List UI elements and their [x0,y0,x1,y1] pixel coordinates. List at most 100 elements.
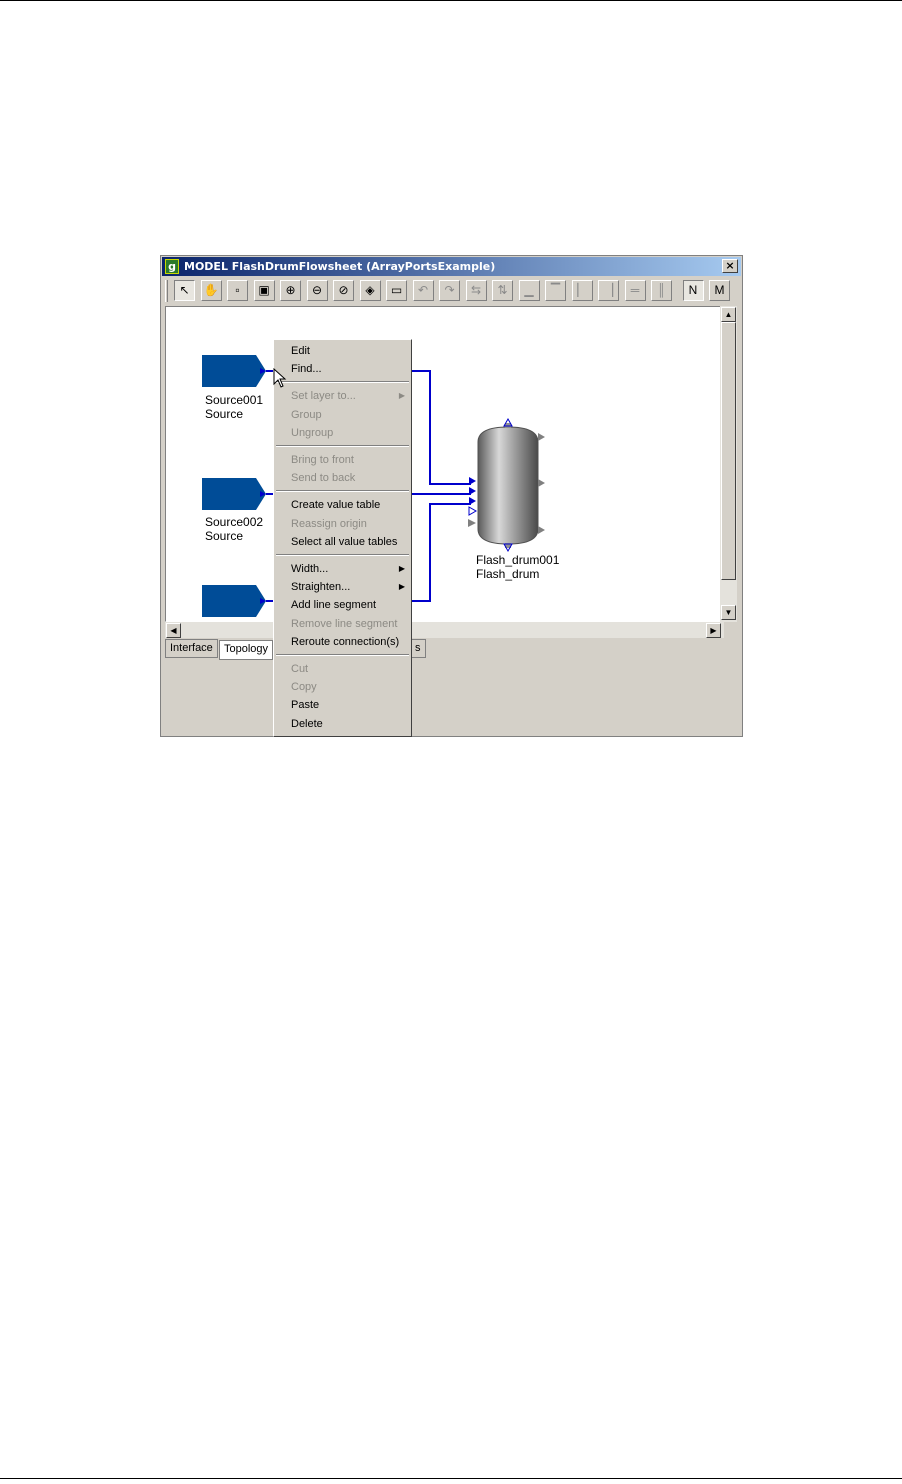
hand-pan-button[interactable]: ✋ [200,280,222,301]
align-center-icon: ═ [630,283,640,297]
menu-item-label: Send to back [291,472,356,485]
menu-item-label: Straighten... [291,581,351,594]
window-button[interactable]: ▭ [386,280,407,301]
tab-hidden[interactable]: s [410,639,426,658]
align-left-icon: ▏ [577,283,587,297]
menu-item-select-all-value-tables[interactable]: Select all value tables [274,533,411,551]
menu-item-label: Set layer to... [291,390,356,403]
flip-horizontal-button[interactable]: ⇆ [465,280,487,301]
align-middle-icon: ║ [657,283,666,297]
menu-item-copy[interactable]: Copy [274,678,411,696]
zoom-fit-button[interactable]: ⊘ [333,280,354,301]
scroll-left-button[interactable]: ◀ [166,623,181,638]
scroll-thumb-vertical[interactable] [721,322,736,580]
align-middle-button[interactable]: ║ [651,280,672,301]
rotate-left-icon: ↶ [417,283,429,297]
submenu-arrow-icon: ▶ [398,564,405,573]
menu-item-label: Remove line segment [291,617,398,630]
model-window: g MODEL FlashDrumFlowsheet (ArrayPortsEx… [160,255,743,737]
zoom-out-icon: ⊖ [311,283,323,297]
menu-separator [276,490,409,493]
fit-all-button[interactable]: ◈ [359,280,381,301]
toolbar-grip[interactable] [165,280,168,302]
close-button[interactable]: × [722,259,738,273]
tab-interface[interactable]: Interface [165,639,218,658]
submenu-arrow-icon: ▶ [398,391,405,401]
menu-item-label: Reroute connection(s) [291,635,400,648]
window-icon: ▭ [390,283,403,297]
rotate-left-button[interactable]: ↶ [412,280,434,301]
menu-item-edit[interactable]: Edit [274,342,411,360]
name-toggle-button[interactable]: N [682,280,704,301]
menu-item-label: Add line segment [291,599,376,612]
align-center-button[interactable]: ═ [624,280,646,301]
zoom-in-icon: ⊕ [285,283,296,297]
source002-block[interactable] [202,478,266,510]
menu-item-remove-line-segment[interactable]: Remove line segment [274,615,411,633]
menu-item-label: Ungroup [291,426,334,439]
vertical-scrollbar[interactable]: ▲ ▼ [720,306,737,622]
menu-separator [276,554,409,556]
zoom-in-button[interactable]: ⊕ [280,280,301,301]
menu-item-width[interactable]: Width... ▶ [274,560,411,578]
align-left-button[interactable]: ▏ [571,280,593,301]
menu-separator [276,654,409,656]
menu-item-reassign-origin[interactable]: Reassign origin [274,515,411,533]
source001-label: Source001 Source [205,393,263,421]
source003-block[interactable] [202,585,266,617]
flip-vertical-icon: ⇅ [497,283,508,297]
horizontal-scrollbar[interactable]: ◀ ▶ [165,622,724,638]
app-icon: g [165,259,179,274]
zoom-fit-icon: ⊘ [338,283,349,297]
source002-type: Source [205,529,244,543]
connect-icon: ▫ [235,283,240,297]
menu-item-paste[interactable]: Paste [274,696,411,714]
menu-item-create-value-table[interactable]: Create value table [274,496,411,514]
menu-item-set-layer-to[interactable]: Set layer to... ▶ [274,387,411,405]
menu-item-label: Group [291,408,322,421]
menu-item-reroute-connection-s[interactable]: Reroute connection(s) [274,633,411,651]
menu-separator [276,381,409,384]
scroll-up-button[interactable]: ▲ [721,307,736,322]
rotate-right-button[interactable]: ↷ [439,280,460,301]
select-arrow-button[interactable]: ↖ [174,280,195,301]
drum-type: Flash_drum [476,567,540,581]
menu-item-bring-to-front[interactable]: Bring to front [274,451,411,469]
fit-all-icon: ◈ [365,283,375,297]
menu-item-label: Find... [291,363,322,376]
title-bar[interactable]: g MODEL FlashDrumFlowsheet (ArrayPortsEx… [162,257,741,276]
flash-drum-vessel[interactable] [468,417,545,553]
drum-name: Flash_drum001 [476,553,560,567]
scroll-down-button[interactable]: ▼ [721,605,736,620]
menu-item-straighten[interactable]: Straighten... ▶ [274,578,411,596]
zoom-box-button[interactable]: ▣ [253,280,275,301]
menu-item-label: Delete [291,717,323,730]
menu-item-find[interactable]: Find... [274,360,411,378]
menu-item-delete[interactable]: Delete [274,715,411,733]
menu-item-group[interactable]: Group [274,406,411,424]
menu-item-cut[interactable]: Cut [274,660,411,678]
align-bottom-button[interactable]: ▁ [518,280,540,301]
menu-item-add-line-segment[interactable]: Add line segment [274,596,411,614]
page-top-rule [0,0,902,1]
flip-horizontal-icon: ⇆ [470,283,482,297]
source001-block[interactable] [202,355,266,387]
align-right-button[interactable]: ▕ [598,280,619,301]
connect-button[interactable]: ▫ [227,280,248,301]
flowsheet-canvas[interactable]: Source001 Source Source002 Source Flash_… [165,306,724,622]
menu-item-label: Bring to front [291,454,354,466]
zoom-out-button[interactable]: ⊖ [306,280,328,301]
menu-item-send-to-back[interactable]: Send to back [274,469,411,487]
scroll-right-button[interactable]: ▶ [706,623,721,638]
model-toggle-button[interactable]: M [709,280,730,301]
align-top-button[interactable]: ▔ [545,280,566,301]
flip-vertical-button[interactable]: ⇅ [492,280,513,301]
drum-label: Flash_drum001 Flash_drum [476,553,559,581]
submenu-arrow-icon: ▶ [398,582,405,592]
menu-item-label: Create value table [291,499,381,512]
select-arrow-icon: ↖ [179,283,190,297]
rotate-right-icon: ↷ [444,283,455,297]
name-toggle-icon: N [688,283,698,297]
tab-topology[interactable]: Topology [219,640,274,660]
menu-item-ungroup[interactable]: Ungroup [274,424,411,442]
